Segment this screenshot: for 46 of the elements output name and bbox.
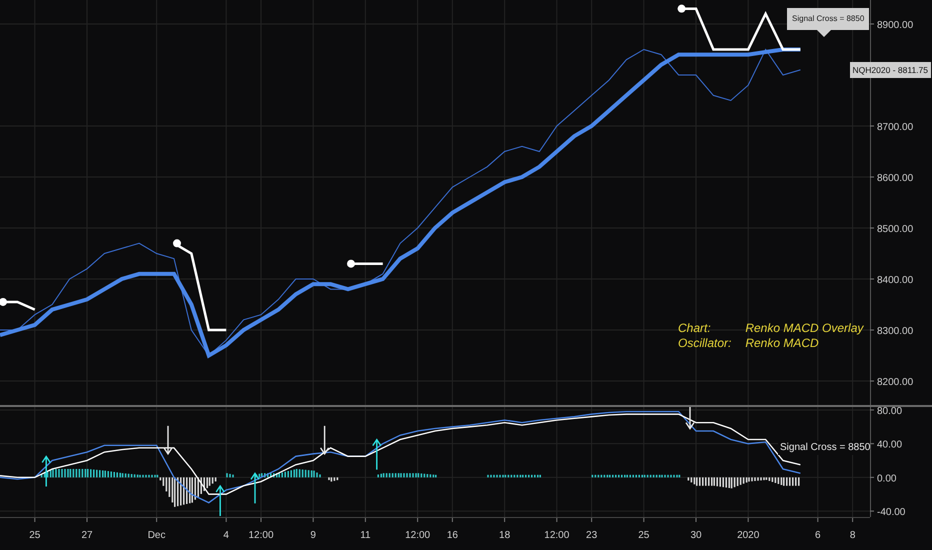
signal-tooltip: Signal Cross = 8850: [787, 8, 870, 37]
time-label: 25: [638, 530, 650, 541]
time-label: 23: [586, 530, 598, 541]
axis-label: 8400.00: [877, 275, 914, 286]
time-label: 11: [360, 530, 371, 541]
axis-label: 8700.00: [877, 122, 914, 133]
time-label: Dec: [148, 530, 166, 541]
time-label: 12:00: [405, 530, 430, 541]
up-arrow-icon: [216, 484, 225, 516]
down-arrow-icon: [320, 426, 330, 456]
axis-label: 8300.00: [877, 326, 914, 338]
down-arrow-icon: [163, 426, 173, 456]
axis-label: 8600.00: [877, 173, 914, 184]
legend-label: Oscillator:: [678, 336, 732, 351]
legend-value: Renko MACD: [745, 336, 820, 351]
legend-value: Renko MACD Overlay: [745, 321, 864, 336]
time-label: 8: [850, 530, 856, 541]
time-label: 18: [499, 530, 510, 541]
down-arrow-icon: [685, 407, 695, 430]
legend-label: Chart:: [678, 321, 712, 336]
up-arrow-icon: [42, 455, 51, 487]
point: [678, 4, 686, 13]
time-label: 30: [690, 530, 702, 541]
time-label: 12:00: [544, 530, 570, 541]
time-label: 9: [310, 530, 316, 541]
up-arrow-icon: [372, 438, 382, 470]
price-label: NQH2020 - 8811.75: [850, 62, 931, 78]
point: [0, 298, 7, 306]
axis-label: 8500.00: [877, 224, 914, 235]
axis-label: 80.00: [877, 407, 902, 417]
signal-cross-label: Signal Cross = 8850: [778, 441, 870, 455]
axis-label: 0.00: [877, 473, 896, 484]
axis-label: 8900.00: [877, 20, 914, 31]
time-label: 12:00: [248, 530, 274, 541]
point: [347, 260, 355, 268]
up-arrow-icon: [250, 472, 260, 504]
time-label: 25: [29, 530, 40, 541]
axis-label: -40.00: [877, 507, 906, 517]
time-label: 27: [81, 530, 93, 541]
time-label: 6: [815, 530, 821, 541]
time-label: 16: [446, 530, 458, 541]
axis-label: 8200.00: [877, 377, 914, 388]
time-label: 2020: [737, 530, 760, 541]
axis-label: 40.00: [877, 440, 902, 451]
time-label: 4: [223, 530, 229, 541]
point: [173, 239, 181, 248]
